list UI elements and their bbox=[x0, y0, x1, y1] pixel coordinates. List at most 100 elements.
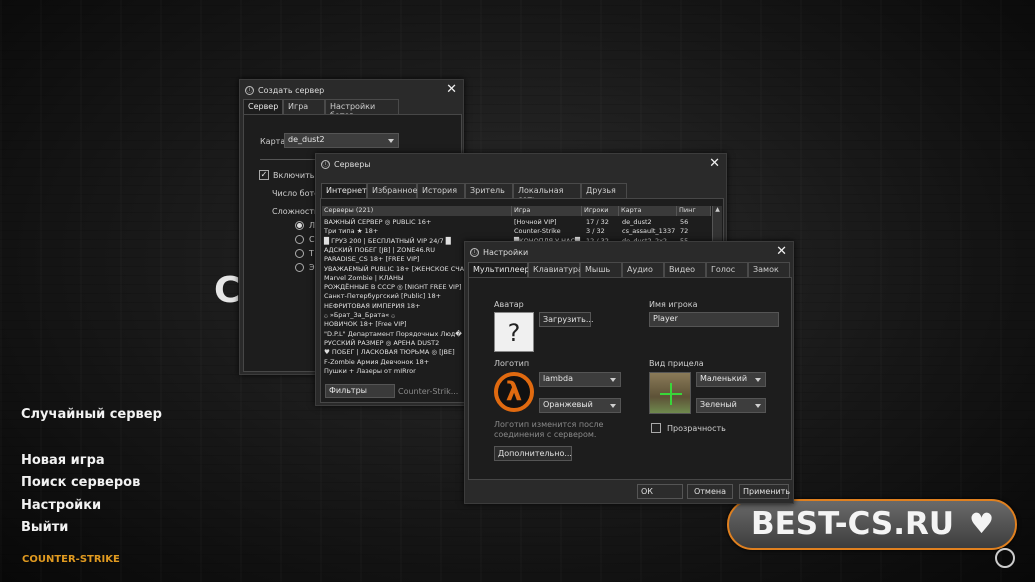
crosshair-label: Вид прицела bbox=[649, 359, 704, 368]
server-name[interactable]: Пушки + Лазеры от mIRror bbox=[324, 367, 416, 375]
column-header-ping[interactable]: Пинг bbox=[677, 206, 711, 216]
window-title: Серверы bbox=[334, 160, 371, 169]
tab-keyboard[interactable]: Клавиатура bbox=[528, 262, 583, 277]
difficulty-radio-expert[interactable] bbox=[295, 263, 304, 272]
server-name[interactable]: УВАЖАЕМЫЙ PUBLIC 18+ [ЖЕНСКОЕ СЧАСТ bbox=[324, 265, 473, 273]
close-icon[interactable]: ✕ bbox=[709, 156, 720, 171]
upload-avatar-button[interactable]: Загрузить... bbox=[539, 312, 594, 327]
crosshair-color-select[interactable]: Зеленый bbox=[696, 398, 766, 413]
tab-favorites[interactable]: Избранное bbox=[367, 183, 417, 198]
server-cell: 72 bbox=[680, 227, 689, 236]
tab-voice[interactable]: Голос bbox=[706, 262, 748, 277]
settings-window: ⓛ Настройки ✕ Мультиплеер Клавиатура Мыш… bbox=[464, 241, 794, 504]
tab-history[interactable]: История bbox=[417, 183, 465, 198]
ok-button[interactable]: ОК bbox=[637, 484, 683, 499]
column-header-players[interactable]: Игроки bbox=[582, 206, 619, 216]
logo-select[interactable]: lambda bbox=[539, 372, 621, 387]
player-name-label: Имя игрока bbox=[649, 300, 698, 309]
brand-text: BEST-CS.RU bbox=[751, 506, 955, 542]
close-icon[interactable]: ✕ bbox=[776, 244, 787, 259]
background-logo-letter: C bbox=[214, 270, 241, 311]
logo-color-select[interactable]: Оранжевый bbox=[539, 398, 621, 413]
enable-bots-checkbox[interactable]: ✓ bbox=[259, 170, 269, 180]
tab-friends[interactable]: Друзья bbox=[581, 183, 627, 198]
difficulty-radio-easy[interactable] bbox=[295, 221, 304, 230]
server-name[interactable]: PARADISE_CS 18+ [FREE VIP] bbox=[324, 255, 419, 263]
crosshair-preview bbox=[649, 372, 691, 414]
logo-note: Логотип изменится после соединения с сер… bbox=[494, 420, 604, 439]
server-cell: de_dust2 bbox=[622, 218, 652, 226]
server-name[interactable]: F-Zombie Армия Девчонок 18+ bbox=[324, 358, 429, 366]
tab-server[interactable]: Сервер bbox=[243, 99, 283, 114]
difficulty-radio-hard[interactable] bbox=[295, 249, 304, 258]
server-cell: cs_assault_1337 bbox=[622, 227, 676, 236]
menu-settings[interactable]: Настройки bbox=[21, 498, 101, 513]
server-cell: 56 bbox=[680, 218, 689, 226]
cancel-button[interactable]: Отмена bbox=[687, 484, 733, 499]
server-name[interactable]: ♥ ПОБЕГ | ЛАСКОВАЯ ТЮРЬМА ◎ [JBE] bbox=[324, 348, 455, 356]
lambda-logo-icon: λ bbox=[494, 372, 534, 412]
server-cell: [Ночной VIP] bbox=[514, 218, 557, 226]
difficulty-option-label: С bbox=[309, 235, 315, 244]
server-name[interactable]: ВАЖНЫЙ СЕРВЕР ◎ PUBLIC 16+ bbox=[324, 218, 431, 226]
menu-new-game[interactable]: Новая игра bbox=[21, 453, 105, 468]
server-name[interactable]: Три типа ★ 18+ bbox=[324, 227, 378, 235]
tab-video[interactable]: Видео bbox=[664, 262, 706, 277]
server-name[interactable]: ۞ »Брат_За_Брата« ۞ bbox=[324, 311, 395, 319]
bot-count-label: Число боте bbox=[272, 189, 320, 198]
filters-button[interactable]: Фильтры bbox=[325, 384, 395, 398]
advanced-button[interactable]: Дополнительно... bbox=[494, 446, 572, 461]
tab-game[interactable]: Игра bbox=[283, 99, 325, 114]
transparency-checkbox[interactable] bbox=[651, 423, 661, 433]
menu-find-servers[interactable]: Поиск серверов bbox=[21, 475, 140, 490]
brand-badge: BEST-CS.RU ♥ bbox=[727, 499, 1017, 550]
tab-multiplayer[interactable]: Мультиплеер bbox=[468, 262, 530, 277]
tab-lan[interactable]: Локальная сеть bbox=[513, 183, 581, 204]
window-logo-icon: ⓛ bbox=[245, 86, 254, 95]
difficulty-label: Сложность bbox=[272, 207, 319, 216]
column-header-game[interactable]: Игра bbox=[512, 206, 582, 216]
player-name-input[interactable]: Player bbox=[649, 312, 779, 327]
tab-internet[interactable]: Интернет bbox=[321, 183, 367, 198]
crosshair-size-select[interactable]: Маленький bbox=[696, 372, 766, 387]
server-name[interactable]: Санкт-Петербургский [Public] 18+ bbox=[324, 292, 441, 300]
difficulty-radio-normal[interactable] bbox=[295, 235, 304, 244]
column-header-servers[interactable]: Серверы (221) bbox=[322, 206, 512, 216]
avatar: ? bbox=[494, 312, 534, 352]
logo-label: Логотип bbox=[494, 359, 530, 368]
column-header-map[interactable]: Карта bbox=[619, 206, 677, 216]
server-name[interactable]: РОЖДЁННЫЕ В СССР ◎ [NIGHT FREE VIP] bbox=[324, 283, 461, 291]
server-cell: 3 / 32 bbox=[586, 227, 605, 236]
menu-random-server[interactable]: Случайный сервер bbox=[21, 407, 162, 422]
window-logo-icon: ⓛ bbox=[321, 160, 330, 169]
server-name[interactable]: НЕФРИТОВАЯ ИМПЕРИЯ 18+ bbox=[324, 302, 421, 310]
apply-button[interactable]: Применить bbox=[739, 484, 790, 499]
window-logo-icon: ⓛ bbox=[470, 248, 479, 257]
close-icon[interactable]: ✕ bbox=[446, 82, 457, 97]
window-title: Создать сервер bbox=[258, 86, 325, 95]
server-cell: 17 / 32 bbox=[586, 218, 609, 226]
map-label: Карта bbox=[260, 137, 286, 146]
tab-spectate[interactable]: Зритель bbox=[465, 183, 513, 198]
difficulty-option-label: Т bbox=[309, 249, 314, 258]
map-select[interactable]: de_dust2 bbox=[284, 133, 399, 148]
scrollbar[interactable]: ▲ bbox=[712, 206, 722, 246]
server-name[interactable]: АДСКИЙ ПОБЕГ [JB] | ZONE46.RU bbox=[324, 246, 435, 254]
server-name[interactable]: Marvel Zombie | КЛАНЫ bbox=[324, 274, 404, 282]
game-logo: COUNTER-STRIKE bbox=[22, 554, 120, 565]
server-name[interactable]: РУССКИЙ РАЗМЕР ◎ АРЕНА DUST2 bbox=[324, 339, 439, 347]
transparency-label: Прозрачность bbox=[667, 424, 726, 433]
difficulty-option-label: Э bbox=[309, 263, 315, 272]
tab-lock[interactable]: Замок bbox=[748, 262, 790, 277]
tab-mouse[interactable]: Мышь bbox=[580, 262, 622, 277]
steam-logo-icon bbox=[995, 548, 1015, 568]
tab-bot-settings[interactable]: Настройки ботов bbox=[325, 99, 399, 120]
server-name[interactable]: "D.P.L" Департамент Порядочных Люд� bbox=[324, 330, 462, 338]
server-name[interactable]: НОВИЧОК 18+ [Free VIP] bbox=[324, 320, 407, 328]
window-title: Настройки bbox=[483, 248, 529, 257]
server-name[interactable]: █ ГРУЗ 200 | БЕСПЛАТНЫЙ VIP 24/7 █ bbox=[324, 237, 451, 245]
tab-audio[interactable]: Аудио bbox=[622, 262, 664, 277]
server-cell: Counter-Strike bbox=[514, 227, 561, 236]
menu-quit[interactable]: Выйти bbox=[21, 520, 68, 535]
avatar-label: Аватар bbox=[494, 300, 524, 309]
